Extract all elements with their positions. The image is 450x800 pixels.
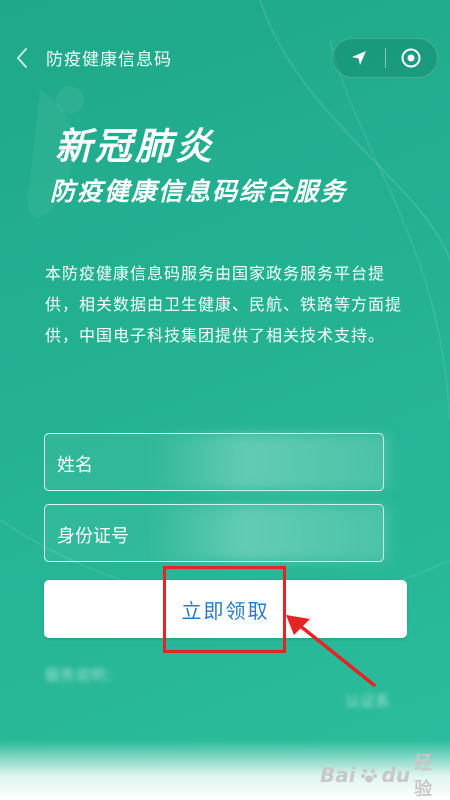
service-description: 本防疫健康信息码服务由国家政务服务平台提供，相关数据由卫生健康、民航、铁路等方面… (45, 264, 403, 345)
hero-subtitle: 防疫健康信息码综合服务 (50, 177, 348, 206)
id-number-label: 身份证号 (57, 526, 129, 547)
hero-title: 新冠肺炎 (55, 125, 215, 168)
auth-notice-text: 认证系 (345, 692, 391, 710)
watermark-brand-suffix: du (381, 763, 411, 787)
name-label: 姓名 (57, 455, 93, 476)
paw-icon (360, 768, 377, 783)
baidu-watermark: Bai du 经验 (320, 753, 450, 800)
blurred-name-value (150, 434, 390, 490)
location-button[interactable] (333, 39, 385, 77)
blurred-id-value (150, 505, 390, 561)
location-arrow-icon (351, 51, 366, 65)
page-title: 防疫健康信息码 (46, 50, 172, 70)
mini-program-capsule (332, 38, 438, 78)
back-button[interactable] (10, 44, 34, 72)
navigation-bar: 防疫健康信息码 (0, 0, 450, 110)
service-notice-text: 服务说明： (45, 666, 121, 684)
chevron-left-icon (16, 48, 27, 68)
watermark-brand: Bai (320, 763, 356, 787)
watermark-text: 经验 (414, 753, 433, 800)
close-miniprogram-button[interactable] (385, 39, 437, 77)
annotation-arrow-icon (286, 615, 376, 687)
target-circle-icon (401, 48, 421, 68)
